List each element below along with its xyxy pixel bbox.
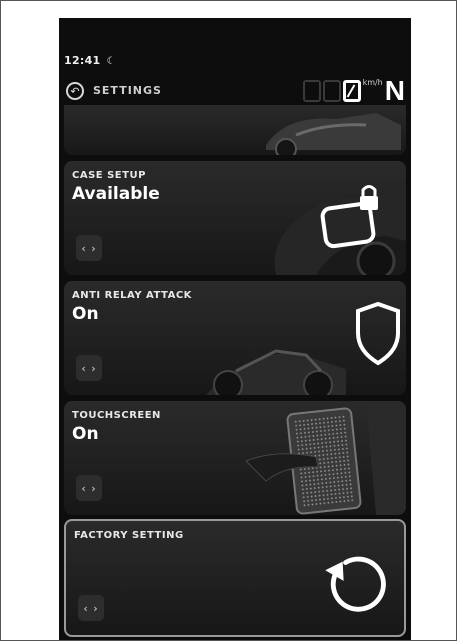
touchscreen-card[interactable]: TOUCHSCREEN On ‹ ›: [64, 401, 406, 515]
touchscreen-icon: [245, 401, 406, 515]
factory-setting-toggle[interactable]: ‹ ›: [78, 595, 104, 621]
anti-relay-attack-card[interactable]: ANTI RELAY ATTACK On ‹ ›: [64, 281, 406, 395]
case-setup-card[interactable]: CASE SETUP Available ‹ ›: [64, 161, 406, 275]
back-icon[interactable]: ↶: [66, 82, 84, 100]
factory-setting-card[interactable]: FACTORY SETTING ‹ ›: [64, 519, 406, 637]
reset-icon: [325, 556, 386, 612]
page-title: SETTINGS: [93, 84, 162, 97]
speed-digit-off: [302, 80, 321, 102]
lock-case-icon: [274, 185, 406, 275]
speed-digit-off: [322, 80, 341, 102]
status-bar: 12:41 ☾: [64, 54, 116, 67]
device-frame: 12:41 ☾ ↶ SETTINGS km/h N CASE SETUP Ava…: [0, 0, 457, 641]
clock: 12:41: [64, 54, 101, 67]
case-setup-value: Available: [72, 184, 160, 204]
touchscreen-label: TOUCHSCREEN: [72, 410, 161, 421]
speed-digit-zero: [342, 80, 361, 102]
touchscreen-toggle[interactable]: ‹ ›: [76, 475, 102, 501]
anti-relay-attack-label: ANTI RELAY ATTACK: [72, 290, 192, 301]
anti-relay-attack-value: On: [72, 304, 99, 324]
touchscreen-value: On: [72, 424, 99, 444]
shield-icon: [206, 301, 400, 395]
motorcycle-image: [266, 113, 401, 155]
moon-icon: ☾: [106, 56, 116, 67]
factory-setting-label: FACTORY SETTING: [74, 530, 184, 541]
case-setup-label: CASE SETUP: [72, 170, 146, 181]
gear-indicator: N: [384, 75, 405, 106]
speedometer: km/h N: [302, 75, 405, 108]
speed-unit: km/h: [362, 78, 383, 87]
previous-setting-card[interactable]: [64, 105, 406, 155]
case-setup-toggle[interactable]: ‹ ›: [76, 235, 102, 261]
settings-screen: 12:41 ☾ ↶ SETTINGS km/h N CASE SETUP Ava…: [59, 18, 411, 640]
anti-relay-attack-toggle[interactable]: ‹ ›: [76, 355, 102, 381]
